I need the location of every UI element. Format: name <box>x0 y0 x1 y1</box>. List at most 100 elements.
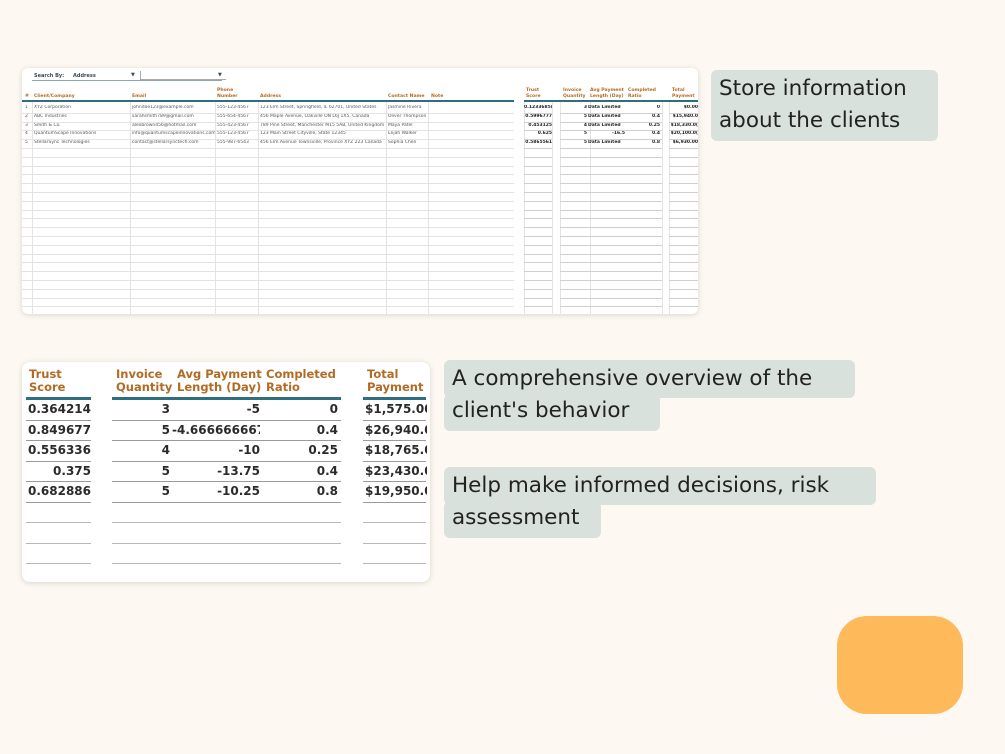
cell-phone[interactable]: 555-123-4567 <box>217 105 258 110</box>
cell-client[interactable]: StellarSync Technologies <box>34 140 130 145</box>
cell-address[interactable]: 123 Main Street Cityville, State 12345 <box>260 131 386 136</box>
cell-contact[interactable]: Jasmine Rivera <box>388 105 428 110</box>
cell-trust[interactable]: 0.1233685( <box>524 105 552 110</box>
grid-row-line <box>560 253 662 255</box>
search-by-dropdown[interactable]: Address <box>73 73 96 79</box>
cell-num[interactable]: 5 <box>25 140 32 145</box>
cell-avg[interactable]: -16.5 <box>588 131 625 136</box>
cell-email[interactable]: johndoe123@example.com <box>132 105 215 110</box>
cell-invoice[interactable]: 3 <box>562 105 587 110</box>
zoom-row-line <box>26 481 91 482</box>
zoom-cell-invoice[interactable]: 4 <box>114 443 170 459</box>
zoom-cell-ratio[interactable]: 0.4 <box>264 423 338 439</box>
grid-row-line <box>669 297 698 299</box>
cell-ratio[interactable]: 0 <box>626 105 660 110</box>
cell-client[interactable]: XYZ Corporation <box>34 105 130 110</box>
zoom-cell-total[interactable]: $26,940.0 <box>365 423 427 439</box>
zoom-cell-total[interactable]: $18,765.0( <box>365 443 427 459</box>
cell-total[interactable]: $15,940.0 <box>669 114 698 119</box>
zoom-cell-ratio[interactable]: 0.8 <box>264 484 338 500</box>
cell-contact[interactable]: Sophia Chen <box>388 140 428 145</box>
cell-num[interactable]: 2 <box>25 114 32 119</box>
cell-address[interactable]: 456 Maple Avenue, Oakville ON L6J 1X5, C… <box>260 114 386 119</box>
cell-trust[interactable]: 0.453125 <box>524 123 552 128</box>
search-input[interactable] <box>140 71 226 80</box>
cell-address[interactable]: 456 Elm Avenue Townsville, Province XYZ … <box>260 140 386 145</box>
grid-row-line <box>560 306 662 308</box>
zoom-cell-avg[interactable]: -10.25 <box>172 484 260 500</box>
cell-invoice[interactable]: 4 <box>562 123 587 128</box>
cell-phone[interactable]: 555-423-4567 <box>217 123 258 128</box>
cell-num[interactable]: 3 <box>25 123 32 128</box>
cell-client[interactable]: Smith & Co. <box>34 123 130 128</box>
cell-contact[interactable]: Elijah Walker <box>388 131 428 136</box>
cell-avg[interactable]: Data Limited <box>588 114 625 119</box>
cell-ratio[interactable]: 0.8 <box>626 140 660 145</box>
cell-trust[interactable]: 0.625 <box>524 131 552 136</box>
grid-column-line <box>662 102 663 314</box>
zoom-cell-total[interactable]: $23,430.0 <box>365 464 427 480</box>
zoom-cell-ratio[interactable]: 0 <box>264 402 338 418</box>
cell-trust[interactable]: 0.5996777 <box>524 114 552 119</box>
cell-invoice[interactable]: 5 <box>562 114 587 119</box>
cell-total[interactable]: $20,100.0( <box>669 131 698 136</box>
cell-total[interactable]: $0.00 <box>669 105 698 110</box>
cell-avg[interactable]: Data Limited <box>588 140 625 145</box>
cell-ratio[interactable]: 0.4 <box>626 114 660 119</box>
cell-avg[interactable]: Data Limited <box>588 105 625 110</box>
chevron-down-icon[interactable]: ▼ <box>131 72 135 78</box>
zoom-cell-avg[interactable]: -13.75 <box>172 464 260 480</box>
grid-row-line <box>524 253 552 255</box>
cell-email[interactable]: sarahsmith789@gmail.com <box>132 114 215 119</box>
cell-total[interactable]: $6,930.00 <box>669 140 698 145</box>
cell-ratio[interactable]: 0.4 <box>626 131 660 136</box>
cell-invoice[interactable]: 5 <box>562 131 587 136</box>
cell-num[interactable]: 1 <box>25 105 32 110</box>
cell-phone[interactable]: 555-987-6543 <box>217 140 258 145</box>
cell-num[interactable]: 4 <box>25 131 32 136</box>
zoom-cell-avg[interactable]: -4.666666667 <box>172 423 260 439</box>
cell-phone[interactable]: 555-654-4567 <box>217 114 258 119</box>
cell-ratio[interactable]: 0.25 <box>626 123 660 128</box>
zoom-cell-trust[interactable]: 0.6828864 <box>28 484 91 500</box>
grid-row-line <box>524 306 552 308</box>
zoom-cell-invoice[interactable]: 5 <box>114 484 170 500</box>
zoom-cell-trust[interactable]: 0.375 <box>28 464 91 480</box>
cell-avg[interactable]: Data Limited <box>588 123 625 128</box>
col-header-address: Address <box>260 93 281 99</box>
chevron-down-icon[interactable]: ▼ <box>218 72 222 78</box>
cell-total[interactable]: $18,330.0( <box>669 123 698 128</box>
zoom-cell-total[interactable]: $19,950.0( <box>365 484 427 500</box>
cell-contact[interactable]: Maya Patel <box>388 123 428 128</box>
zoom-row-line <box>363 522 426 523</box>
zoom-cell-avg[interactable]: -10 <box>172 443 260 459</box>
cell-phone[interactable]: 555-123-4567 <box>217 131 258 136</box>
cell-client[interactable]: ABC Industries <box>34 114 130 119</box>
zoom-cell-invoice[interactable]: 5 <box>114 464 170 480</box>
cell-contact[interactable]: Oliver Thompson <box>388 114 428 119</box>
zoom-cell-total[interactable]: $1,575.00 <box>365 402 427 418</box>
zoom-cell-trust[interactable]: 0.8496777 <box>28 423 91 439</box>
cell-address[interactable]: 789 Pine Street, Manchester M15 5AB, Uni… <box>260 123 386 128</box>
cell-client[interactable]: QuantumScape Innovations <box>34 131 130 136</box>
cell-email[interactable]: contact@stellarsynctech.com <box>132 140 215 145</box>
cell-trust[interactable]: 0.5865561 <box>524 140 552 145</box>
search-by-filter[interactable]: Search By: Address ▼ ▼ <box>32 71 226 81</box>
zoom-cell-trust[interactable]: 0.3642142' <box>28 402 91 418</box>
cell-invoice[interactable]: 5 <box>562 140 587 145</box>
zoom-cell-trust[interactable]: 0.5563360 <box>28 443 91 459</box>
zoom-row-line <box>363 563 426 564</box>
zoom-cell-avg[interactable]: -5 <box>172 402 260 418</box>
cell-address[interactable]: 123 Elm Street, Springfield, IL 62701, U… <box>260 105 386 110</box>
zoom-row-line <box>26 522 91 523</box>
grid-row-line <box>524 156 552 158</box>
zoom-row-line <box>112 563 341 564</box>
zoom-cell-invoice[interactable]: 5 <box>114 423 170 439</box>
cell-email[interactable]: alexbrown456@hotmail.com <box>132 123 215 128</box>
grid-row-line <box>22 244 514 246</box>
grid-row-line <box>669 306 698 308</box>
zoom-cell-invoice[interactable]: 3 <box>114 402 170 418</box>
zoom-cell-ratio[interactable]: 0.4 <box>264 464 338 480</box>
zoom-cell-ratio[interactable]: 0.25 <box>264 443 338 459</box>
cell-email[interactable]: info@quantumscapeinnovations.com <box>132 131 215 136</box>
